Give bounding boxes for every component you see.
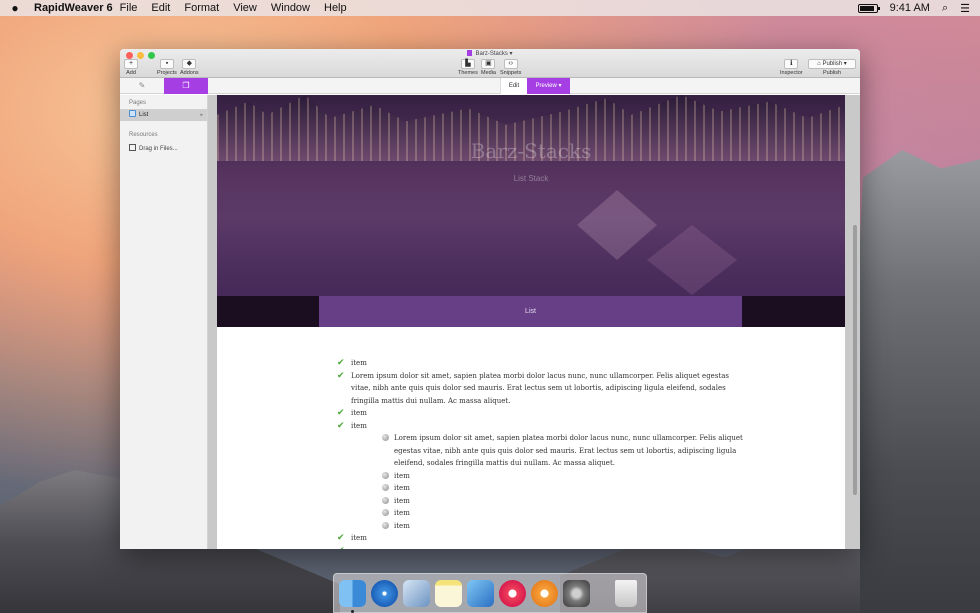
rapidweaver-icon[interactable] [467,580,494,607]
preview-mode-button[interactable]: Preview ▾ [527,78,570,94]
list-item: ✔ item [337,358,367,368]
checkmark-icon: ✔ [337,408,345,418]
sidebar-item-list[interactable]: List ▸ [120,109,207,121]
checkmark-icon: ✔ [337,370,345,381]
site-subtitle: List Stack [513,174,549,183]
list-item: ✔ item [337,408,367,418]
checkmark-icon: ✔ [337,533,345,543]
web-page-preview: Barz-Stacks List Stack List ✔ item ✔ Lorem… [217,95,845,549]
hero-polygon [647,225,737,295]
dock [333,573,647,613]
sub-list-item: item [382,495,747,508]
trash-icon[interactable] [615,580,637,607]
sub-list-item: item [382,507,747,520]
menu-file[interactable]: File [113,2,145,14]
menu-help[interactable]: Help [317,2,354,14]
resources-heading: Resources [129,132,158,138]
pages-icon: ❐ [182,81,190,90]
bullet-icon [382,471,389,479]
spotlight-search-icon[interactable]: ⌕ [942,2,948,15]
safari-icon[interactable] [371,580,398,607]
bullet-icon [382,521,389,529]
list-item: ✔ item [337,533,367,543]
hero-polygon [577,190,657,260]
sub-list-item: item [382,470,747,483]
menu-bar: ● RapidWeaver 6 File Edit Format View Wi… [0,0,980,16]
snippets-button[interactable]: ‹› Snippets [500,59,521,76]
add-button[interactable]: + Add [124,59,138,76]
bullet-icon [382,509,389,516]
clock[interactable]: 9:41 AM [890,2,930,14]
sidebar: Pages List ▸ Resources Drag in Files... [120,95,208,549]
file-icon [129,144,136,151]
drag-in-files-item[interactable]: Drag in Files... [120,141,207,155]
plus-icon: + [124,59,138,69]
notes-icon[interactable] [435,580,462,607]
publish-dropdown[interactable]: ⌂ Publish ▾ [808,59,856,69]
preview-pane: Barz-Stacks List Stack List ✔ item ✔ Lorem… [208,95,860,549]
list-content: ✔ item ✔ Lorem ipsum dolor sit amet, sapie… [337,357,747,549]
battery-fill [859,5,874,11]
addons-icon: ◆ [182,59,197,69]
itunes-icon[interactable] [499,580,526,607]
themes-button[interactable]: ▙ Themes [458,59,478,76]
menu-format[interactable]: Format [177,2,226,14]
pages-heading: Pages [129,100,147,106]
site-title: Barz-Stacks [470,139,592,163]
edit-mode-button[interactable]: Edit [500,78,527,94]
ibooks-icon[interactable] [531,580,558,607]
app-menu[interactable]: RapidWeaver 6 [30,2,113,14]
checkmark-icon: ✔ [337,420,345,431]
title-bar: Barz-Stacks ▾ + Add ▪ Projects ◆ Addons ▙ Th… [120,49,860,78]
apple-menu-icon[interactable]: ● [0,1,30,15]
addons-button[interactable]: ◆ Addons [180,59,199,76]
info-icon: ℹ [784,59,799,69]
battery-icon[interactable] [857,3,880,13]
disclosure-icon[interactable]: ▸ [200,109,203,121]
sub-list-item: item [382,482,747,495]
bullet-icon [382,484,389,491]
menu-edit[interactable]: Edit [144,2,177,14]
wrench-icon: ✎ [138,81,146,90]
rapidweaver-window: Barz-Stacks ▾ + Add ▪ Projects ◆ Addons ▙ Th… [120,49,860,549]
site-navbar: List [217,296,845,327]
projects-icon: ▪ [159,59,174,69]
menu-window[interactable]: Window [264,2,317,14]
document-icon [467,50,473,56]
page-icon [129,110,136,117]
projects-button[interactable]: ▪ Projects [157,59,177,76]
sub-list: Lorem ipsum dolor sit amet, sapien plate… [337,432,747,532]
bullet-icon [382,496,389,504]
themes-icon: ▙ [460,59,475,69]
bullet-icon [382,434,389,441]
list-item: ✔ item [337,420,367,431]
sub-list-item: item [382,520,747,533]
hero-banner: Barz-Stacks List Stack [217,95,845,296]
menu-view[interactable]: View [226,2,264,14]
preview-icon[interactable] [403,580,430,607]
media-icon: ▣ [481,59,496,69]
tab-site-settings[interactable]: ✎ [120,78,164,94]
media-button[interactable]: ▣ Media [481,59,496,76]
checkmark-icon: ✔ [337,358,345,368]
inspector-button[interactable]: ℹ Inspector [780,59,803,76]
checkmark-icon: ✔ [337,545,345,550]
publish-button[interactable]: ⌂ Publish ▾ Publish [808,59,856,76]
tab-pages[interactable]: ❐ [164,78,208,94]
window-title: Barz-Stacks ▾ [120,50,860,57]
system-preferences-icon[interactable] [563,580,590,607]
notification-center-icon[interactable]: ☰ [960,2,970,15]
nav-item-list[interactable]: List [319,296,742,327]
code-icon: ‹› [503,59,518,69]
list-item: ✔ Lorem ipsum dolor sit amet, sapien plat… [337,370,729,405]
preview-scrollbar[interactable] [853,225,857,495]
desktop-mountain-right [850,150,980,613]
finder-icon[interactable] [339,580,366,607]
sub-list-item: Lorem ipsum dolor sit amet, sapien plate… [382,432,747,470]
tab-strip: ✎ ❐ Edit Preview ▾ [120,78,860,94]
